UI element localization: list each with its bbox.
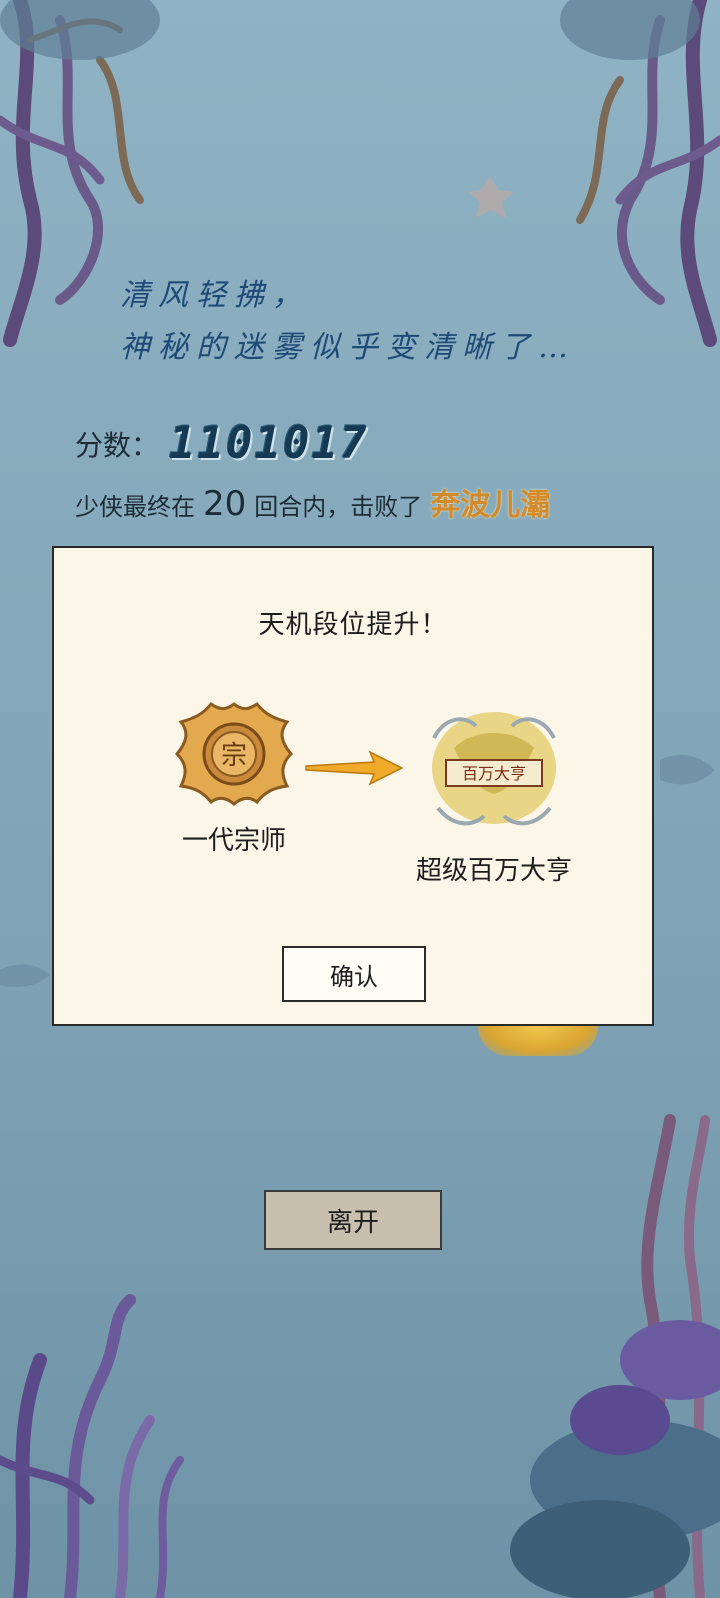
score-label: 分数： [75, 428, 160, 462]
dialog-title: 天机段位提升！ [258, 610, 448, 640]
new-rank-badge-icon: 百万大亨 [432, 712, 556, 826]
tagline: 清风轻拂， 神秘的迷雾似乎变清晰了… [120, 270, 640, 374]
confirm-button[interactable]: 确认 [282, 946, 426, 1002]
new-rank-label: 超级百万大亨 [415, 856, 572, 886]
coral-bottom-left [0, 1294, 184, 1598]
old-rank-label: 一代宗师 [181, 826, 286, 856]
leave-button[interactable]: 离开 [264, 1190, 442, 1250]
old-rank-badge-icon: 宗 [174, 701, 294, 806]
tagline-line-1: 清风轻拂， [120, 278, 310, 313]
result-summary: 少侠最终在 20 回合内，击败了 奔波儿灞 [75, 480, 550, 524]
rank-up-dialog: 天机段位提升！ 宗 一代宗师 百万大亨 超级百万大亨 确认 [52, 546, 654, 1026]
score-value: 1101017 [169, 418, 369, 469]
boss-name: 奔波儿灞 [430, 488, 551, 523]
fish-silhouette [0, 964, 50, 987]
old-rank-badge-char: 宗 [221, 741, 247, 771]
badge-glow [478, 1026, 598, 1056]
new-rank: 百万大亨 超级百万大亨 [384, 698, 604, 887]
fish-silhouette-right [660, 754, 715, 785]
score-row: 分数： 1101017 [75, 418, 368, 469]
result-middle: 回合内，击败了 [254, 493, 423, 521]
coral-bottom-right [510, 1114, 720, 1598]
new-rank-badge-text: 百万大亨 [462, 764, 526, 783]
result-rounds: 20 [203, 484, 247, 524]
tagline-line-2: 神秘的迷雾似乎变清晰了… [120, 330, 576, 365]
result-prefix: 少侠最终在 [75, 493, 195, 521]
